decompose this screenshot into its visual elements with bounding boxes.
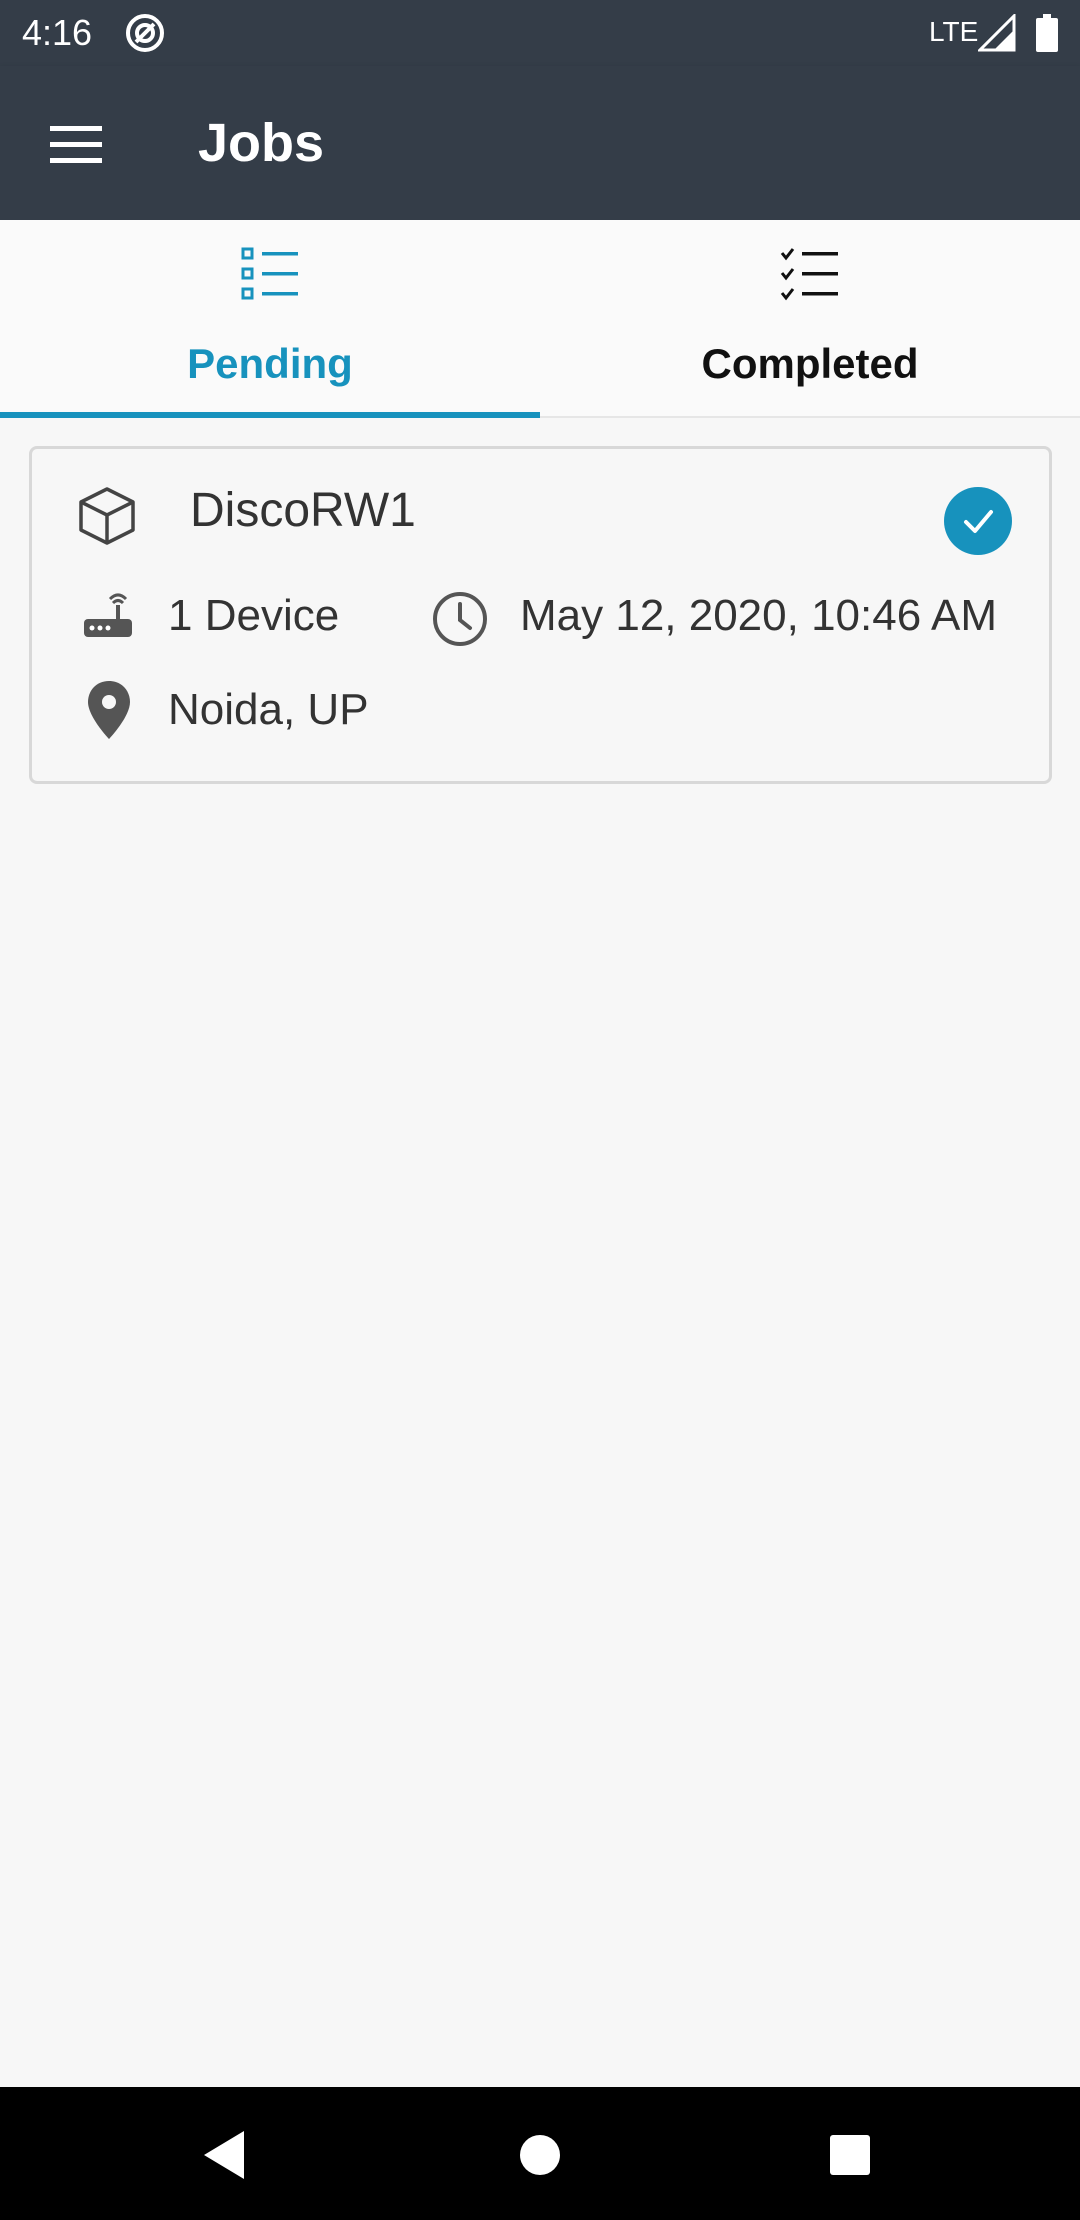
status-bar: 4:16 LTE (0, 0, 1080, 66)
recents-icon[interactable] (822, 2127, 878, 2183)
page-title: Jobs (198, 113, 325, 173)
device-count: 1 Device (168, 591, 340, 640)
job-location: Noida, UP (168, 685, 369, 734)
app-bar: Jobs (0, 66, 1080, 220)
list-icon (241, 247, 298, 300)
check-icon (964, 510, 993, 533)
router-icon (84, 593, 132, 637)
tab-bar: Pending Completed (0, 220, 1080, 418)
system-nav-bar (0, 2087, 1080, 2220)
signal-icon (978, 14, 1016, 52)
tab-indicator (0, 412, 540, 418)
status-badge (944, 487, 1012, 555)
at-sign-icon (126, 14, 164, 52)
checklist-icon (780, 248, 838, 301)
home-icon[interactable] (512, 2127, 568, 2183)
tab-completed[interactable]: Completed (540, 220, 1080, 418)
package-icon (79, 487, 135, 545)
job-name: DiscoRW1 (190, 484, 416, 537)
job-card[interactable]: DiscoRW1 1 Device May 12, 2020, 10:46 AM… (29, 446, 1052, 784)
back-icon[interactable] (198, 2127, 254, 2183)
job-timestamp: May 12, 2020, 10:46 AM (520, 591, 997, 640)
clock-icon (433, 592, 487, 646)
tab-completed-label: Completed (701, 340, 919, 387)
network-type: LTE (929, 16, 979, 47)
tab-pending-label: Pending (187, 340, 353, 387)
menu-icon[interactable] (44, 118, 110, 170)
location-pin-icon (88, 681, 130, 739)
status-time: 4:16 (22, 12, 93, 53)
battery-icon (1036, 14, 1058, 52)
tab-pending[interactable]: Pending (0, 220, 540, 418)
